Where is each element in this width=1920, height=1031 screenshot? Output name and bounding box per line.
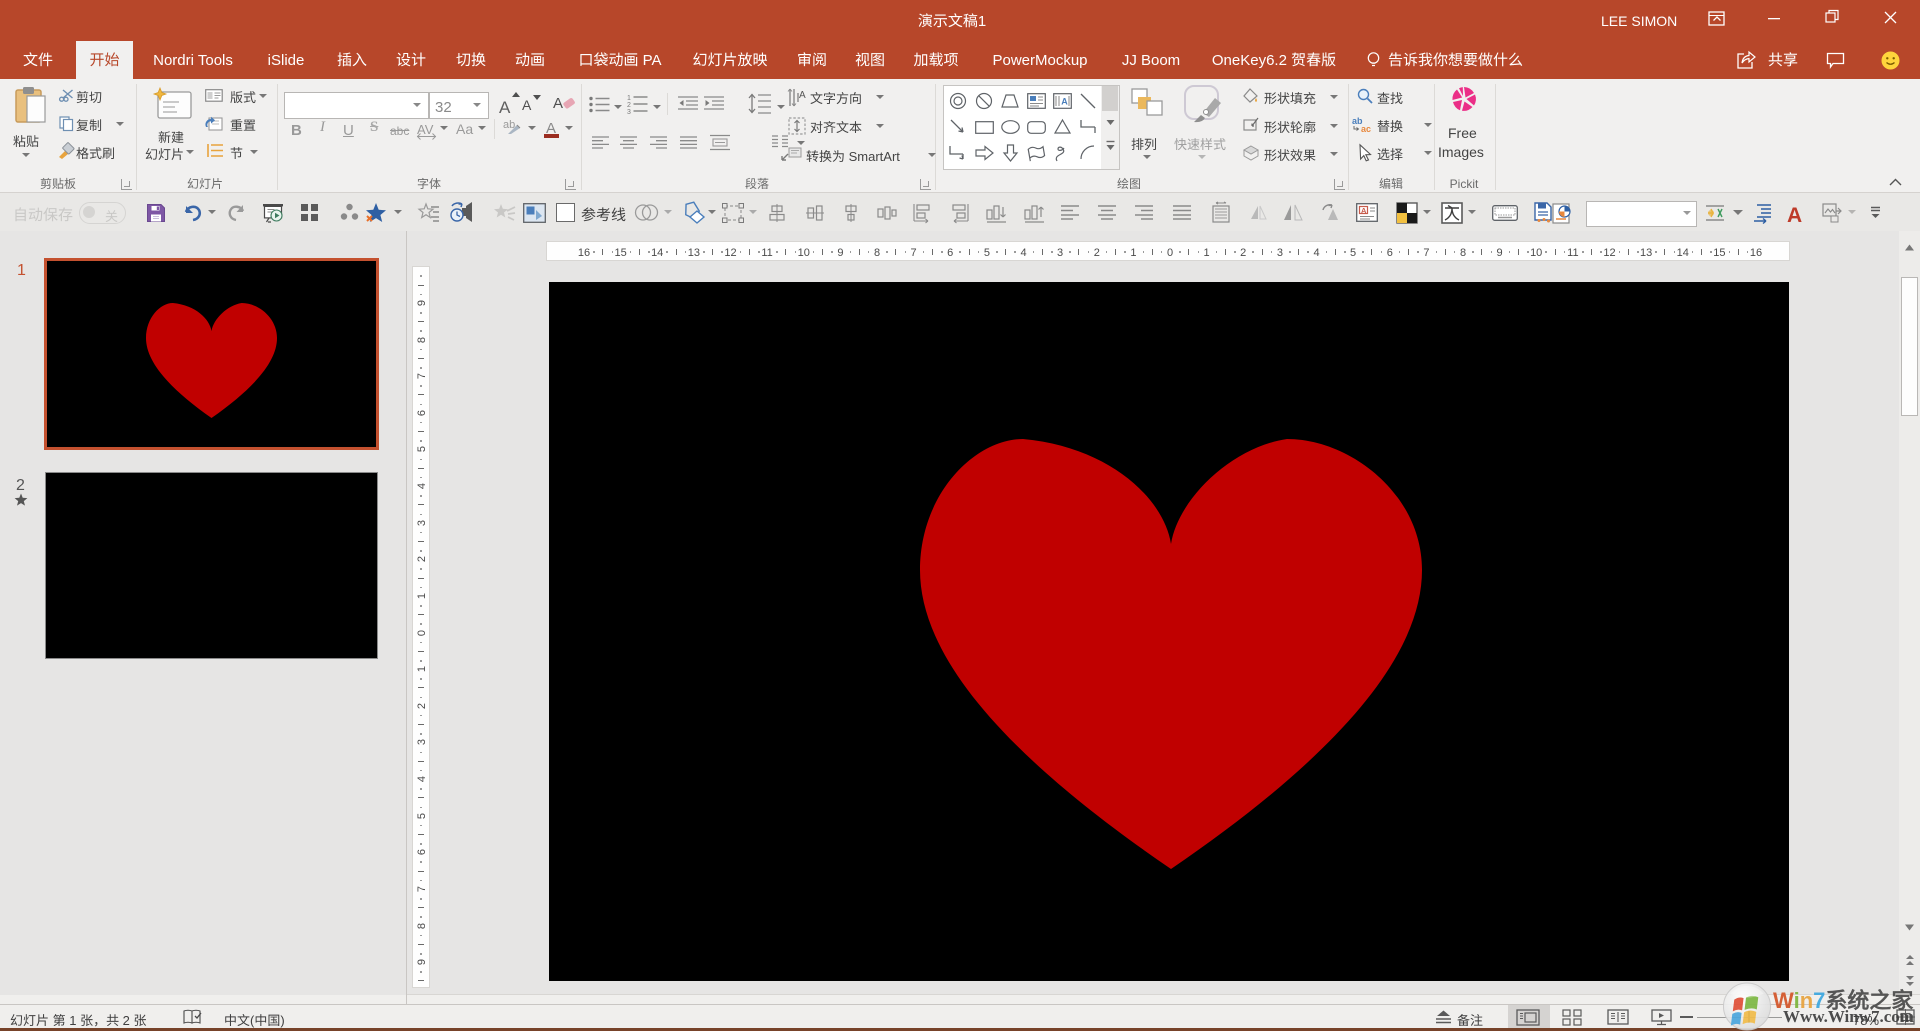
- svg-text:A: A: [1061, 95, 1068, 108]
- svg-text:ac: ac: [1361, 122, 1371, 135]
- svg-text:A: A: [799, 86, 806, 101]
- svg-text:A: A: [1361, 205, 1367, 216]
- svg-text:3: 3: [627, 107, 631, 117]
